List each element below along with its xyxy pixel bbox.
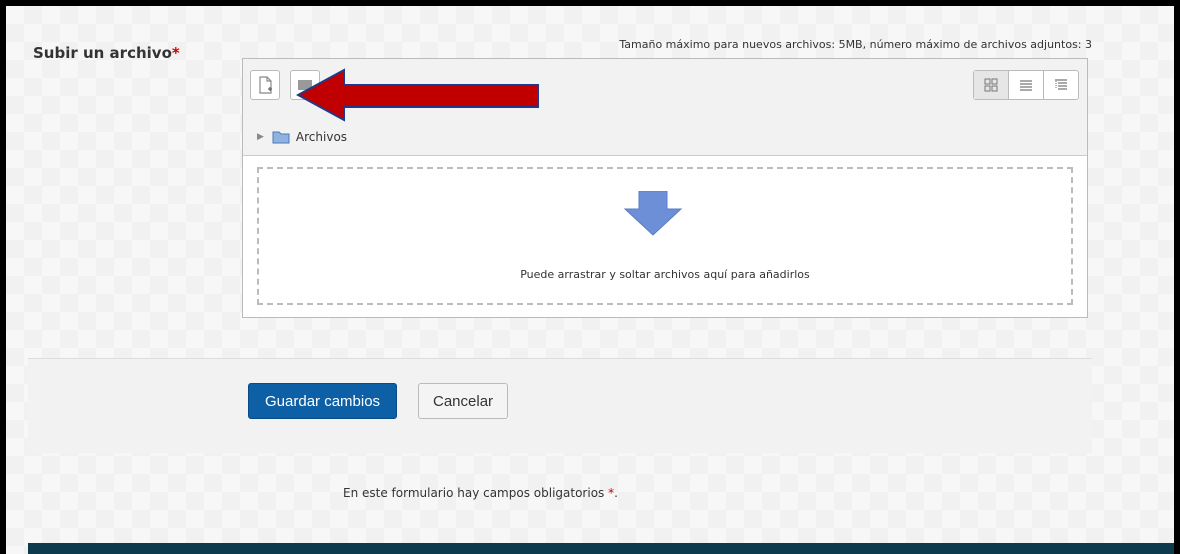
breadcrumb-folder-label[interactable]: Archivos [296, 130, 347, 144]
breadcrumb: ▶ Archivos [243, 119, 1087, 156]
view-tree-button[interactable] [1043, 71, 1078, 99]
required-marker: * [171, 44, 180, 62]
drop-zone-text: Puede arrastrar y soltar archivos aquí p… [520, 268, 810, 281]
upload-limits-text: Tamaño máximo para nuevos archivos: 5MB,… [619, 38, 1092, 51]
cancel-button[interactable]: Cancelar [418, 383, 509, 419]
add-file-icon [259, 76, 272, 94]
save-changes-button[interactable]: Guardar cambios [248, 383, 398, 419]
required-fields-note: En este formulario hay campos obligatori… [343, 486, 618, 500]
form-actions: Guardar cambios Cancelar [28, 358, 1092, 453]
upload-field-label: Subir un archivo* [33, 44, 180, 62]
view-icons-icon [984, 78, 998, 92]
expand-triangle-icon[interactable]: ▶ [257, 132, 264, 142]
upload-field-label-text: Subir un archivo [33, 44, 172, 62]
footer-bar [28, 543, 1174, 554]
view-details-button[interactable] [1008, 71, 1043, 99]
add-file-button[interactable] [250, 70, 280, 100]
view-icons-button[interactable] [974, 71, 1008, 99]
drop-zone[interactable]: Puede arrastrar y soltar archivos aquí p… [257, 167, 1073, 305]
view-tree-icon [1055, 79, 1067, 90]
required-note-end: . [614, 486, 618, 500]
drop-arrow-icon [623, 191, 683, 236]
view-details-icon [1020, 80, 1032, 91]
page-frame: Subir un archivo* Tamaño máximo para nue… [6, 6, 1174, 554]
required-note-text: En este formulario hay campos obligatori… [343, 486, 605, 500]
folder-icon [272, 131, 290, 144]
view-mode-group [973, 70, 1079, 100]
annotation-arrow-icon [296, 68, 539, 122]
